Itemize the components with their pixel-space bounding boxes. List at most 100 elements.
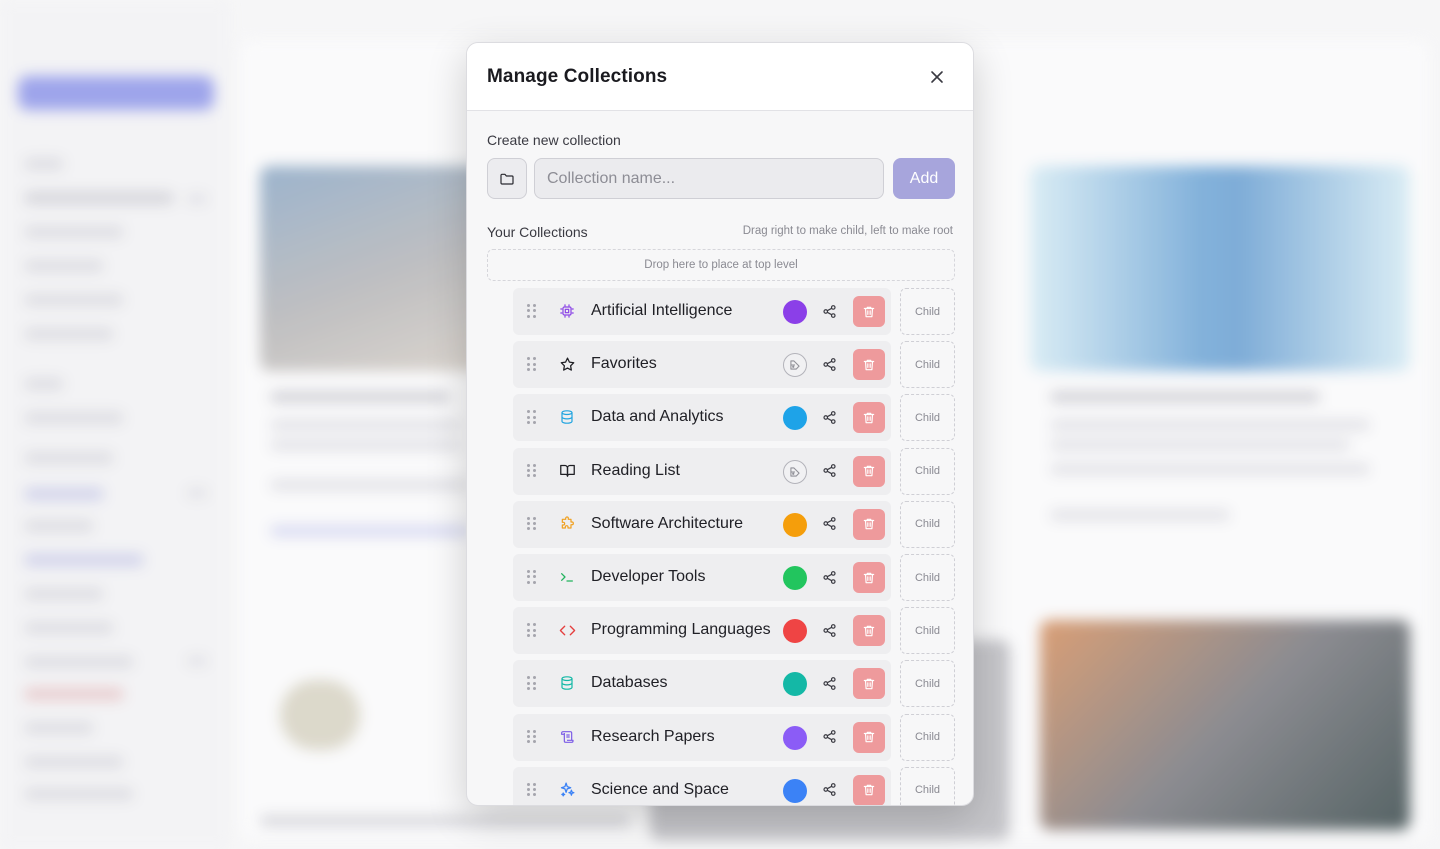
collection-item[interactable]: Software Architecture Child	[513, 500, 955, 548]
color-picker-empty[interactable]	[783, 459, 807, 484]
background-line	[270, 440, 460, 450]
trash-icon	[862, 730, 876, 744]
drag-hint: Drag right to make child, left to make r…	[742, 225, 953, 237]
share-button[interactable]	[820, 781, 838, 799]
share-icon	[822, 516, 837, 531]
delete-button[interactable]	[853, 455, 885, 487]
background-new-button	[18, 76, 214, 110]
database-icon[interactable]	[558, 674, 576, 692]
color-picker-swatch[interactable]	[783, 778, 807, 803]
make-child-drop-target[interactable]: Child	[900, 341, 955, 389]
drag-handle-icon[interactable]	[527, 357, 537, 371]
color-picker-swatch[interactable]	[783, 672, 807, 697]
make-child-drop-target[interactable]: Child	[900, 394, 955, 442]
collection-name-input[interactable]	[534, 158, 884, 199]
make-child-drop-target[interactable]: Child	[900, 288, 955, 335]
color-picker-swatch[interactable]	[783, 512, 807, 537]
puzzle-icon[interactable]	[558, 515, 576, 533]
make-child-drop-target[interactable]: Child	[900, 713, 955, 761]
share-button[interactable]	[820, 728, 838, 746]
drag-handle-icon[interactable]	[527, 623, 537, 637]
share-button[interactable]	[820, 462, 838, 480]
share-button[interactable]	[820, 302, 838, 320]
drop-zone-label: Drop here to place at top level	[644, 259, 798, 271]
child-label: Child	[914, 784, 941, 797]
color-picker-swatch[interactable]	[783, 619, 807, 644]
drag-handle-icon[interactable]	[527, 782, 537, 797]
collection-name: Reading List	[591, 461, 680, 479]
delete-button[interactable]	[853, 296, 885, 327]
color-picker-swatch[interactable]	[783, 566, 807, 590]
add-collection-button[interactable]: Add	[893, 158, 955, 199]
trash-icon	[862, 571, 876, 585]
drag-handle-icon[interactable]	[527, 516, 537, 531]
collection-item[interactable]: Reading List Child	[513, 447, 955, 495]
color-picker-swatch[interactable]	[783, 406, 807, 431]
delete-button[interactable]	[853, 349, 885, 381]
close-button[interactable]	[925, 65, 949, 89]
sparkles-icon[interactable]	[558, 781, 576, 799]
collection-item[interactable]: Developer Tools Child	[513, 554, 955, 601]
delete-button[interactable]	[853, 615, 885, 647]
drag-handle-icon[interactable]	[527, 676, 537, 691]
top-level-drop-zone[interactable]: Drop here to place at top level	[487, 249, 955, 281]
drag-handle-icon[interactable]	[527, 570, 537, 584]
share-button[interactable]	[820, 515, 838, 533]
child-label: Child	[914, 624, 941, 637]
drag-handle-icon[interactable]	[527, 463, 537, 478]
delete-button[interactable]	[853, 508, 885, 540]
collection-row: Artificial Intelligence	[513, 288, 891, 335]
share-button[interactable]	[820, 568, 838, 586]
collection-row: Science and Space	[513, 766, 891, 805]
background-row	[24, 294, 124, 306]
database-icon[interactable]	[558, 408, 576, 426]
background-row	[24, 226, 124, 238]
collection-row: Research Papers	[513, 713, 891, 761]
delete-button[interactable]	[853, 668, 885, 700]
collection-name: Databases	[591, 674, 668, 692]
make-child-drop-target[interactable]: Child	[900, 766, 955, 805]
share-button[interactable]	[820, 355, 838, 373]
collection-item[interactable]: Research Papers Child	[513, 713, 955, 761]
make-child-drop-target[interactable]: Child	[900, 554, 955, 601]
color-picker-empty[interactable]	[783, 353, 807, 378]
manage-collections-dialog: Manage Collections Create new collection…	[466, 42, 974, 806]
scroll-icon[interactable]	[558, 728, 576, 746]
drag-handle-icon[interactable]	[527, 410, 537, 425]
collection-row: Data and Analytics	[513, 394, 891, 442]
share-icon	[822, 676, 837, 691]
share-button[interactable]	[820, 408, 838, 426]
collection-item[interactable]: Databases Child	[513, 660, 955, 708]
book-open-icon[interactable]	[558, 462, 576, 480]
make-child-drop-target[interactable]: Child	[900, 500, 955, 548]
folder-icon-picker[interactable]	[487, 158, 527, 199]
color-picker-swatch[interactable]	[783, 300, 807, 324]
share-button[interactable]	[820, 621, 838, 639]
color-picker-swatch[interactable]	[783, 725, 807, 750]
delete-button[interactable]	[853, 721, 885, 753]
cpu-icon[interactable]	[558, 302, 576, 320]
delete-button[interactable]	[853, 774, 885, 805]
background-row	[24, 756, 124, 768]
drag-handle-icon[interactable]	[527, 729, 537, 744]
background-row	[24, 328, 114, 340]
share-button[interactable]	[820, 674, 838, 692]
collection-item[interactable]: Favorites Child	[513, 341, 955, 389]
collection-item[interactable]: Science and Space Child	[513, 766, 955, 805]
collection-item[interactable]: Data and Analytics Child	[513, 394, 955, 442]
make-child-drop-target[interactable]: Child	[900, 447, 955, 495]
code-icon[interactable]	[558, 621, 576, 639]
collection-name: Science and Space	[591, 780, 729, 798]
terminal-icon[interactable]	[558, 568, 576, 586]
make-child-drop-target[interactable]: Child	[900, 607, 955, 655]
background-card-image	[1040, 620, 1410, 830]
star-icon[interactable]	[558, 355, 576, 373]
background-line	[270, 420, 460, 430]
make-child-drop-target[interactable]: Child	[900, 660, 955, 708]
collection-item[interactable]: Artificial Intelligence Child	[513, 288, 955, 335]
drag-handle-icon[interactable]	[527, 304, 537, 318]
child-label: Child	[914, 411, 941, 424]
delete-button[interactable]	[853, 402, 885, 434]
delete-button[interactable]	[853, 562, 885, 593]
collection-item[interactable]: Programming Languages Child	[513, 607, 955, 655]
